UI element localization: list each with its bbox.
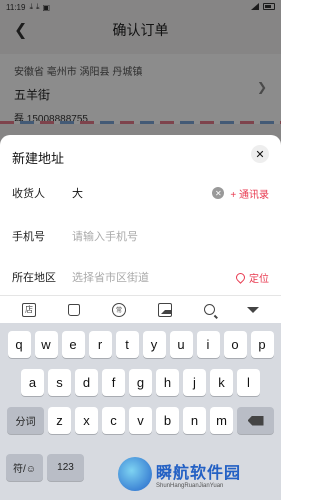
phone-input[interactable]: 请输入手机号 (72, 228, 269, 244)
key-t[interactable]: t (115, 331, 139, 358)
recipient-label: 收货人 (12, 188, 45, 200)
key-e[interactable]: e (61, 331, 85, 358)
key-f[interactable]: f (102, 369, 125, 396)
key-i[interactable]: i (196, 331, 220, 358)
keyboard-row-3: 分词 z x c v b n m (0, 407, 281, 434)
hide-keyboard-icon[interactable] (247, 306, 259, 313)
key-n[interactable]: n (183, 407, 206, 434)
phone-row: 手机号 请输入手机号 (12, 216, 269, 256)
key-a[interactable]: a (21, 369, 44, 396)
key-p[interactable]: p (250, 331, 274, 358)
clear-input-icon[interactable]: ✕ (212, 187, 225, 199)
key-s[interactable]: s (48, 369, 71, 396)
key-c[interactable]: c (102, 407, 125, 434)
key-d[interactable]: d (75, 369, 98, 396)
new-address-sheet: 新建地址 ✕ 收货人 大 ✕ + 通讯录 手机号 请输入手机号 所在地区 选择省… (0, 135, 281, 295)
key-h[interactable]: h (156, 369, 179, 396)
keyboard-row-1: q w e r t y u i o p (0, 331, 281, 358)
close-icon: ✕ (255, 148, 265, 161)
key-j[interactable]: j (183, 369, 206, 396)
key-r[interactable]: r (88, 331, 112, 358)
watermark-title: 瞬航软件园 (156, 465, 242, 482)
store-icon[interactable]: 店 (22, 302, 36, 317)
frequent-phrases-icon[interactable]: 常 (112, 302, 126, 317)
key-m[interactable]: m (210, 407, 233, 434)
backspace-icon (247, 415, 264, 426)
watermark-subtitle: ShunHangRuanJianYuan (156, 483, 224, 489)
key-y[interactable]: y (142, 331, 166, 358)
region-label: 所在地区 (12, 272, 56, 284)
watermark-logo-icon (118, 457, 152, 491)
key-x[interactable]: x (75, 407, 98, 434)
key-o[interactable]: o (223, 331, 247, 358)
location-pin-icon (234, 270, 247, 284)
sheet-title: 新建地址 (12, 151, 65, 166)
region-selector[interactable]: 选择省市区街道 (72, 269, 236, 285)
key-v[interactable]: v (129, 407, 152, 434)
key-u[interactable]: u (169, 331, 193, 358)
key-z[interactable]: z (48, 407, 71, 434)
key-q[interactable]: q (7, 331, 31, 358)
watermark-text: 瞬航软件园 ShunHangRuanJianYuan (156, 459, 241, 489)
split-word-key[interactable]: 分词 (7, 407, 44, 434)
delete-key[interactable] (237, 407, 274, 434)
shopping-bag-icon[interactable] (68, 303, 80, 316)
locate-button[interactable]: 定位 (234, 270, 269, 285)
key-l[interactable]: l (237, 369, 260, 396)
region-row: 所在地区 选择省市区街道 定位 (12, 257, 269, 297)
site-watermark: 瞬航软件园 ShunHangRuanJianYuan (118, 452, 278, 496)
search-icon[interactable] (204, 304, 215, 315)
phone-label: 手机号 (12, 231, 45, 243)
recipient-row: 收货人 大 ✕ + 通讯录 (12, 173, 269, 213)
keyboard-toolbar: 店 常 (0, 295, 281, 323)
keyboard-row-2: a s d f g h j k l (0, 369, 281, 396)
symbol-key[interactable]: 符/☺ (6, 454, 43, 481)
key-w[interactable]: w (34, 331, 58, 358)
key-k[interactable]: k (210, 369, 233, 396)
key-g[interactable]: g (129, 369, 152, 396)
image-icon[interactable] (158, 302, 172, 317)
recipient-input[interactable]: 大 (72, 185, 212, 201)
close-button[interactable]: ✕ (251, 145, 269, 163)
key-b[interactable]: b (156, 407, 179, 434)
contacts-link[interactable]: + 通讯录 (230, 186, 269, 201)
locate-label: 定位 (249, 273, 269, 285)
number-key[interactable]: 123 (47, 454, 84, 481)
